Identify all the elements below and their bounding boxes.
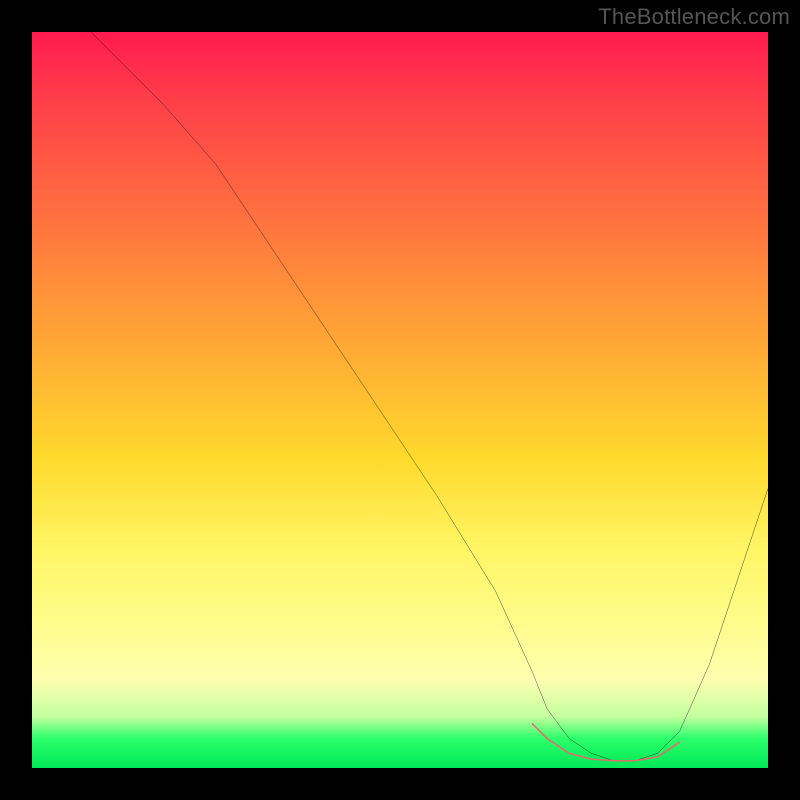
chart-svg: [32, 32, 768, 768]
curve-line: [91, 32, 768, 761]
watermark-text: TheBottleneck.com: [598, 4, 790, 30]
highlight-band: [532, 724, 679, 761]
plot-area: [32, 32, 768, 768]
